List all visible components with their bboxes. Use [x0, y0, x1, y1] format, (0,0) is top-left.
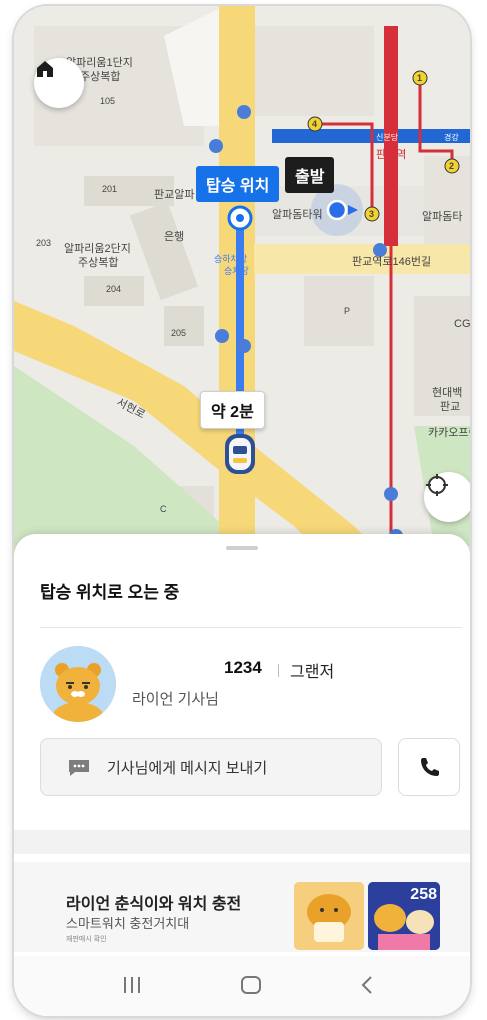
nav-home-button[interactable] [240, 974, 262, 1000]
home-button[interactable] [34, 58, 84, 108]
map-label: 승차장 [224, 266, 249, 276]
car-plate-number: 1234 [224, 658, 262, 677]
map-label: 205 [171, 328, 187, 338]
promo-title: 라이언 춘식이와 워치 충전 [66, 896, 242, 913]
message-driver-button[interactable]: 기사님에게 메시지 보내기 [40, 738, 382, 796]
divider [278, 664, 279, 677]
map-label: 204 [106, 284, 122, 294]
map-label: CG [454, 318, 470, 330]
map-label: 신분당 [376, 133, 399, 142]
bottom-sheet: 탑승 위치로 오는 중 1234 그랜저 라이언 기사님 기사님에게 메시지 보… [14, 534, 470, 1016]
phone-screen: 알파리움1단지 주상복합 105 201 판교알파 203 알파리움2단지 주상… [14, 6, 470, 1016]
crosshair-icon [426, 474, 448, 496]
map-label: 카카오프렌 [428, 427, 470, 439]
ride-status-title: 탑승 위치로 오는 중 [40, 583, 180, 602]
back-icon [361, 976, 372, 994]
map-label: P [344, 306, 351, 316]
promo-image-watch: 258 [368, 882, 440, 950]
map-label: 판교역 [376, 149, 407, 161]
promo-banner[interactable]: 라이언 춘식이와 워치 충전 스마트워치 충전거치대 재판매시 확인 258 [14, 862, 470, 952]
subway-exit-label: 2 [449, 161, 455, 171]
map-label: 판교 [440, 401, 461, 413]
message-driver-label: 기사님에게 메시지 보내기 [107, 760, 268, 777]
back-button[interactable] [358, 974, 378, 1000]
divider [40, 627, 462, 628]
subway-exit-label: 3 [369, 209, 375, 219]
map-label: 201 [102, 184, 118, 194]
section-gap [14, 830, 470, 854]
eta-tag: 약 2분 [200, 391, 265, 429]
map-label: 경강 [444, 133, 459, 142]
driver-avatar [40, 646, 116, 722]
promo-badge-number: 258 [410, 886, 437, 903]
map-label: 알파돔타 [422, 211, 463, 223]
current-location-button[interactable] [424, 472, 470, 522]
subway-exit-label: 1 [417, 73, 423, 83]
charger-product-icon [294, 882, 364, 950]
departure-tag: 출발 [285, 157, 335, 193]
promo-image-charger [294, 882, 364, 950]
sheet-drag-handle[interactable] [226, 546, 258, 550]
recent-apps-button[interactable] [122, 974, 142, 1000]
map-label: 주상복합 [78, 257, 119, 269]
map-label: 판교알파 [154, 189, 195, 201]
map-label: 105 [100, 96, 116, 106]
map-label: 주상복합 [80, 71, 121, 83]
map-view[interactable]: 알파리움1단지 주상복합 105 201 판교알파 203 알파리움2단지 주상… [14, 6, 470, 566]
car-model: 그랜저 [290, 664, 335, 681]
driver-name: 라이언 기사님 [132, 691, 219, 708]
subway-exit-label: 4 [312, 119, 318, 129]
promo-note: 재판매시 확인 [66, 936, 107, 943]
nav-home-icon [241, 976, 261, 994]
ryan-character-icon [40, 646, 116, 722]
chat-bubble-icon [69, 760, 89, 776]
map-label: 203 [36, 238, 52, 248]
recent-apps-icon [124, 977, 140, 993]
map-label: C [160, 504, 167, 514]
phone-icon [421, 758, 439, 776]
promo-subtitle: 스마트워치 충전거치대 [66, 916, 190, 931]
system-nav-bar [14, 956, 470, 1016]
call-driver-button[interactable] [398, 738, 460, 796]
map-label: 은행 [164, 231, 185, 243]
map-label: 판교역로146번길 [352, 256, 432, 268]
home-icon [37, 61, 53, 77]
pickup-location-tag: 탑승 위치 [196, 166, 280, 202]
map-label: 알파돔타워 [272, 209, 323, 221]
